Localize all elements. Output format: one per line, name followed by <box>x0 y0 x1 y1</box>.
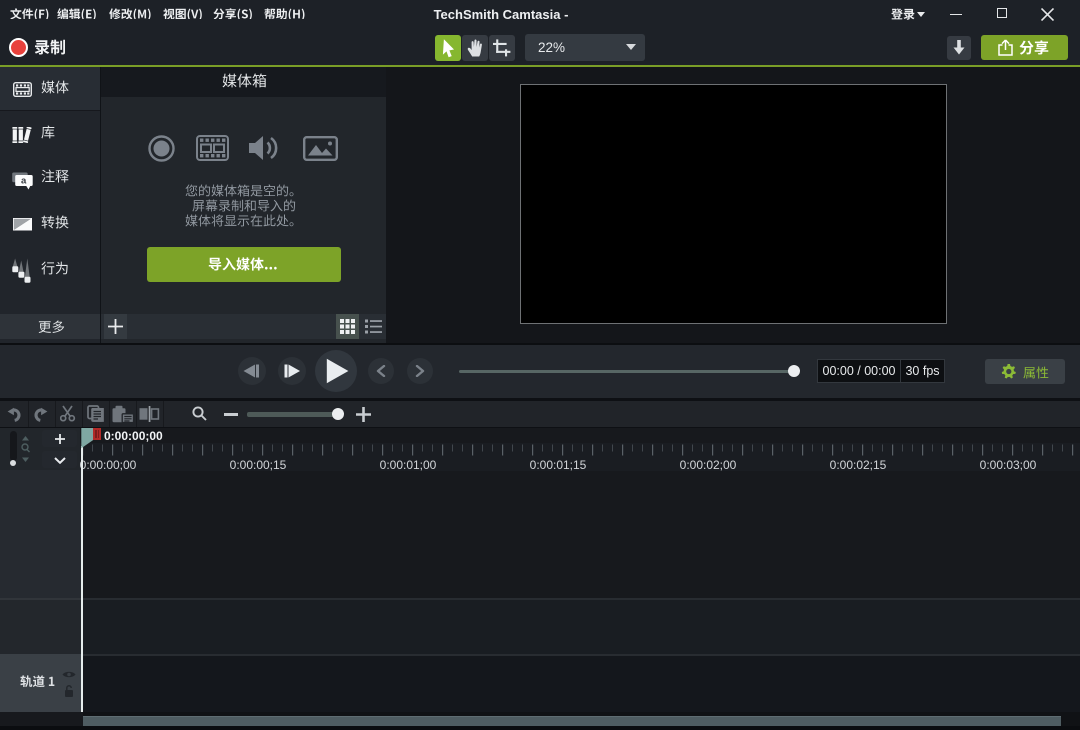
svg-text:a: a <box>21 175 27 186</box>
